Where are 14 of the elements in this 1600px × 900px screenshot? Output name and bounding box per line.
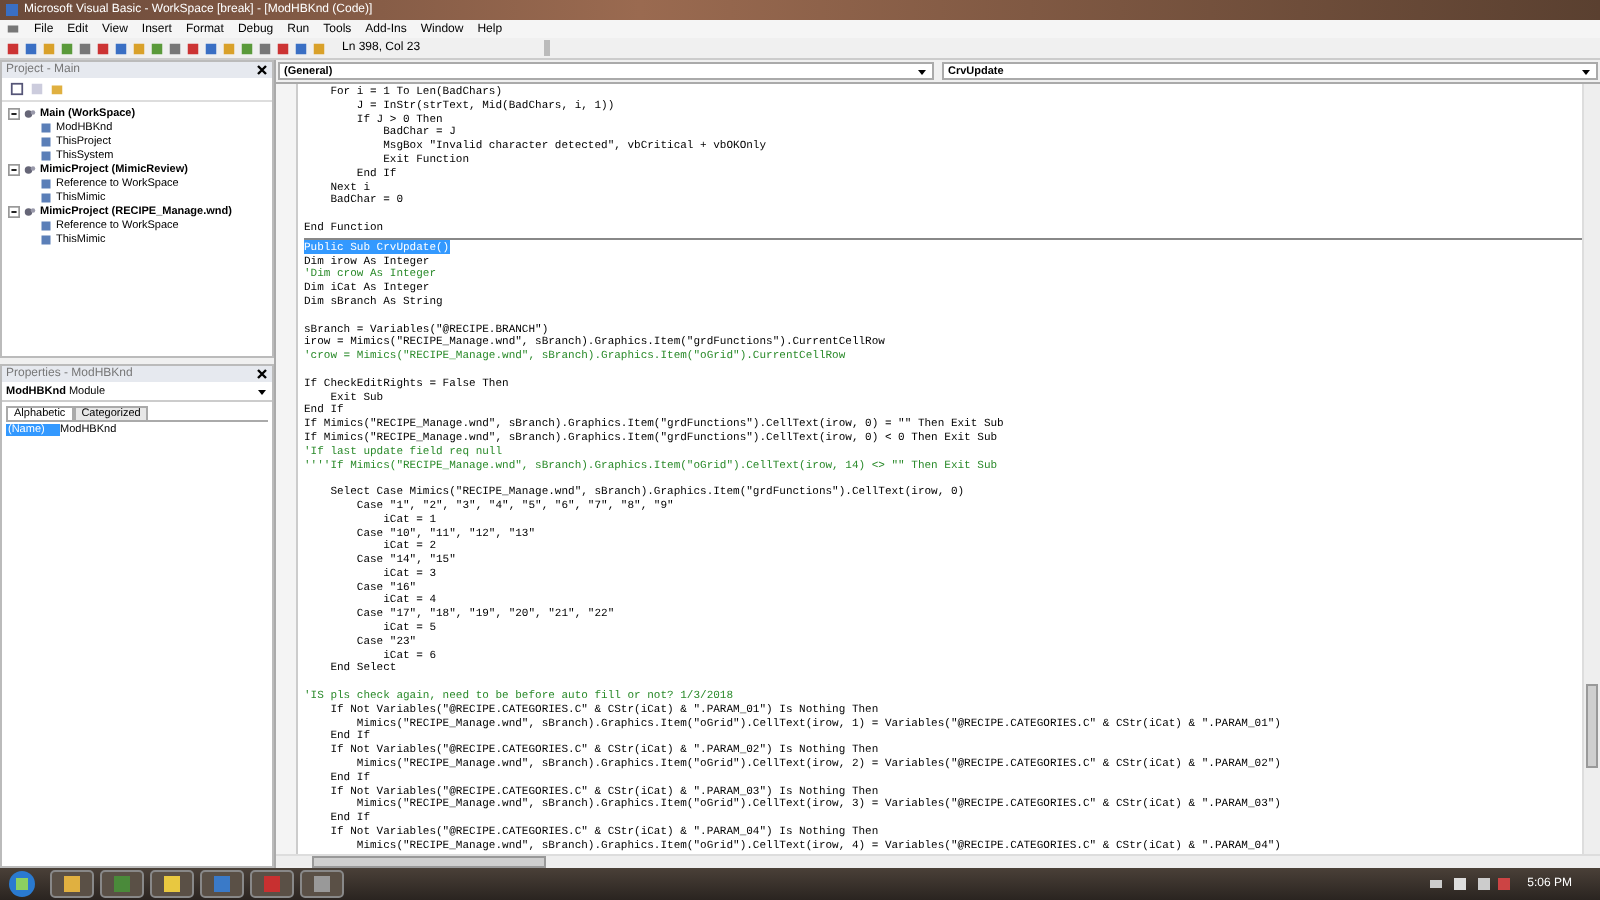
start-button[interactable] xyxy=(8,870,36,898)
close-icon[interactable] xyxy=(256,368,268,380)
project-icon xyxy=(24,163,36,175)
project-icon xyxy=(24,107,36,119)
horizontal-scrollbar[interactable] xyxy=(276,854,1600,868)
project-icon xyxy=(24,205,36,217)
tray-icons[interactable] xyxy=(1429,876,1510,892)
caret-icon xyxy=(916,65,928,77)
close-icon[interactable] xyxy=(256,64,268,76)
caret-icon xyxy=(1580,65,1592,77)
expander[interactable] xyxy=(8,107,20,119)
expander[interactable] xyxy=(8,205,20,217)
expander[interactable] xyxy=(8,163,20,175)
vertical-scrollbar[interactable] xyxy=(1582,84,1600,854)
